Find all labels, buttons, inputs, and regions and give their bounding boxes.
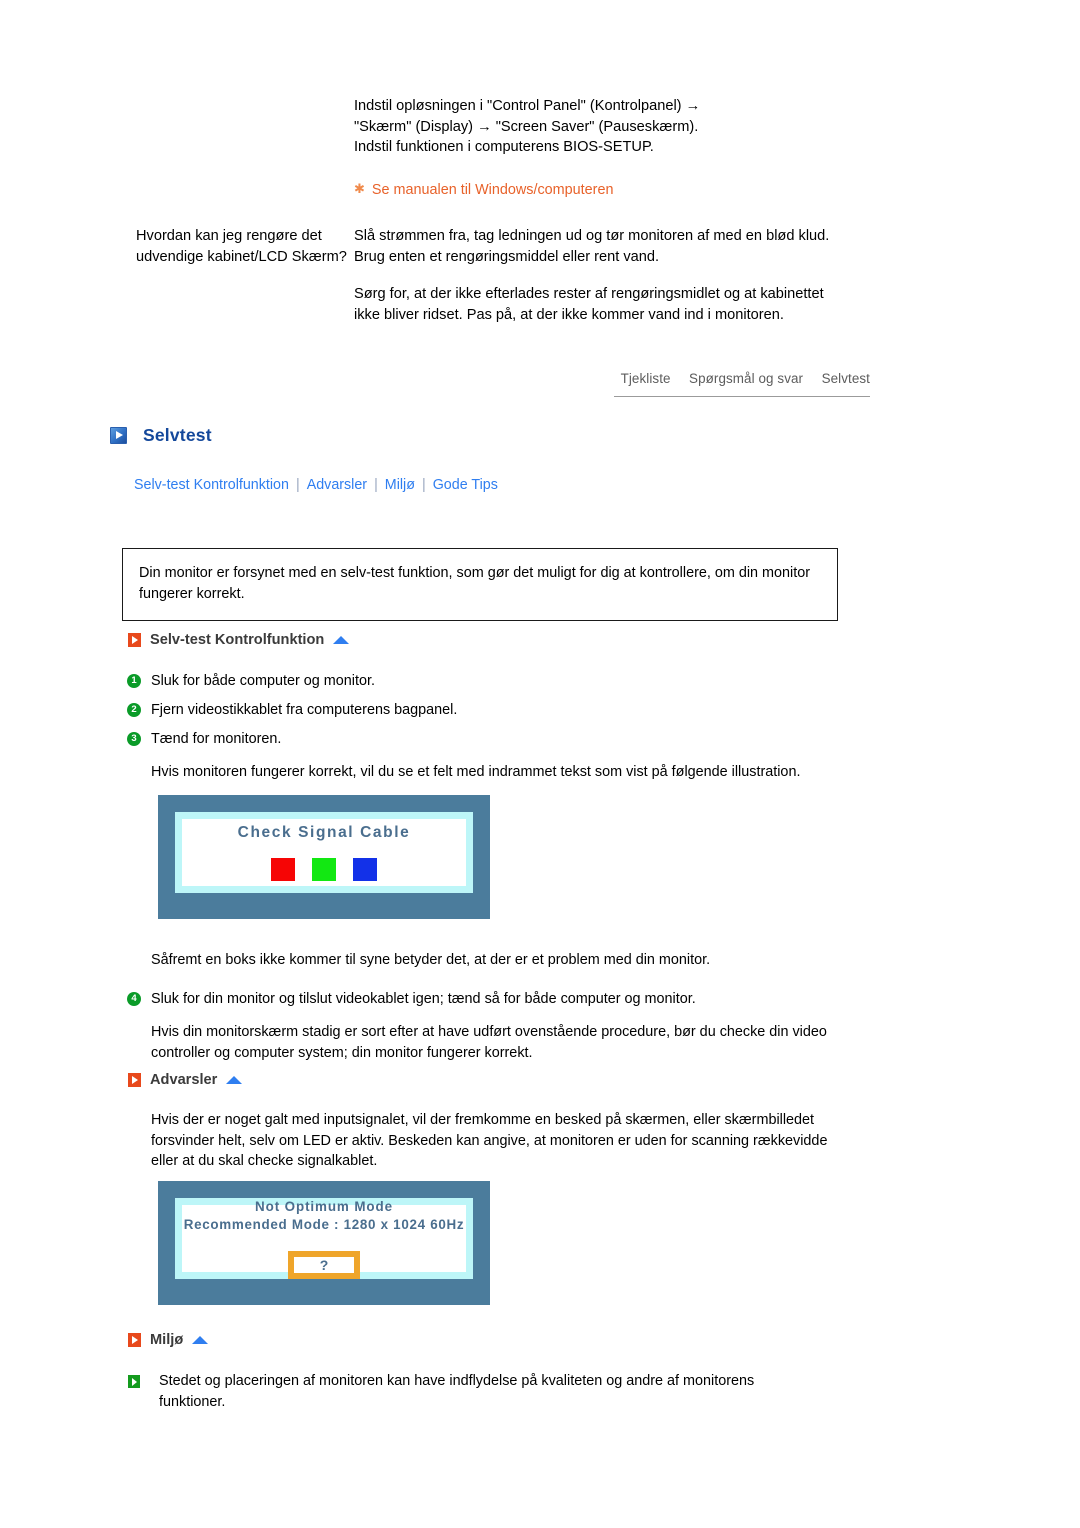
section-header-miljo: Miljø [128, 1332, 209, 1348]
monitor-message-text: Check Signal Cable [237, 824, 411, 841]
faq-row-intro: Indstil opløsningen i "Control Panel" (K… [0, 96, 1080, 200]
faq-continuation-block: Indstil opløsningen i "Control Panel" (K… [0, 96, 1080, 325]
tab-tjekliste[interactable]: Tjekliste [621, 371, 671, 386]
green-play-square-icon [128, 1375, 140, 1388]
subnav-link-gode-tips[interactable]: Gode Tips [433, 477, 498, 493]
subnav-link-miljo[interactable]: Miljø [385, 477, 415, 493]
document-page: Indstil opløsningen i "Control Panel" (K… [0, 0, 1080, 1528]
list-item: 1 Sluk for både computer og monitor. [127, 671, 871, 691]
manual-note-text: Se manualen til Windows/computeren [371, 181, 614, 198]
orange-play-square-icon [128, 633, 141, 647]
question-mark-box: ? [288, 1250, 360, 1279]
sub-navigation: Selv-test Kontrolfunktion | Advarsler | Milj… [134, 477, 498, 493]
selftest-after-step4-text: Hvis din monitorskærm stadig er sort eft… [151, 1024, 827, 1061]
monitor-illustration-not-optimum-mode: Not Optimum Mode Recommended Mode : 1280… [158, 1181, 490, 1305]
section-title-selvtest-kontrolfunktion: Selv-test Kontrolfunktion [150, 632, 325, 648]
section-header-selvtest-kontrolfunktion: Selv-test Kontrolfunktion [128, 632, 350, 648]
miljo-bullet-text: Stedet og placeringen af monitoren kan h… [159, 1373, 755, 1410]
section-title-miljo: Miljø [150, 1332, 184, 1348]
blue-play-square-icon [110, 427, 127, 444]
selftest-after-steps-text: Hvis monitoren fungerer korrekt, vil du … [151, 764, 801, 780]
step-number-4: 4 [127, 992, 141, 1006]
step-text-3: Tænd for monitoren. [151, 731, 282, 747]
selftest-step-list: 1 Sluk for både computer og monitor. 2 F… [127, 671, 871, 783]
page-title-row: Selvtest [110, 425, 212, 446]
tab-selvtest[interactable]: Selvtest [822, 371, 870, 386]
list-item: 2 Fjern videostikkablet fra computerens … [127, 700, 871, 720]
faq-row-cleaning: Hvordan kan jeg rengøre det udvendige ka… [0, 226, 1080, 325]
faq-answer-cleaning: Slå strømmen fra, tag ledningen ud og tø… [354, 226, 834, 325]
scroll-to-top-triangle-icon[interactable] [333, 636, 350, 644]
page-title: Selvtest [143, 425, 212, 445]
miljo-bullet-item: Stedet og placeringen af monitoren kan h… [128, 1371, 799, 1412]
subnav-link-selvtest-kontrolfunktion[interactable]: Selv-test Kontrolfunktion [134, 477, 289, 493]
step-number-2: 2 [127, 703, 141, 717]
subnav-separator-1: | [295, 477, 300, 493]
section-title-advarsler: Advarsler [150, 1072, 218, 1088]
orange-play-square-icon [128, 1073, 141, 1087]
step-text-1: Sluk for både computer og monitor. [151, 673, 375, 689]
answer-line-1: Indstil opløsningen i "Control Panel" (K… [354, 98, 701, 114]
monitor-message-line-2: Recommended Mode : 1280 x 1024 60Hz [183, 1216, 465, 1232]
green-swatch [312, 858, 336, 881]
blue-swatch [353, 858, 377, 881]
subnav-link-advarsler[interactable]: Advarsler [307, 477, 367, 493]
list-item: 3 Tænd for monitoren. [127, 729, 871, 749]
monitor-screen-area: Not Optimum Mode Recommended Mode : 1280… [175, 1198, 473, 1279]
step-number-3: 3 [127, 732, 141, 746]
asterisk-icon: ✱ [354, 180, 365, 196]
subnav-separator-2: | [374, 477, 378, 493]
selftest-description-box: Din monitor er forsynet med en selv-test… [122, 548, 838, 621]
selftest-step-4-list: 4 Sluk for din monitor og tilslut videok… [127, 989, 851, 1063]
manual-note: ✱ Se manualen til Windows/computeren [354, 180, 834, 201]
scroll-to-top-triangle-icon[interactable] [192, 1336, 209, 1344]
monitor-screen-area: Check Signal Cable [175, 812, 473, 893]
monitor-illustration-check-signal-cable: Check Signal Cable [158, 795, 490, 919]
selftest-after-graphic-text: Såfremt en boks ikke kommer til syne bet… [151, 952, 711, 968]
orange-play-square-icon [128, 1333, 141, 1347]
red-swatch [271, 858, 295, 881]
step-text-4: Sluk for din monitor og tilslut videokab… [151, 991, 696, 1007]
answer-line-3: Indstil funktionen i computerens BIOS-SE… [354, 139, 654, 155]
monitor-message-line-1: Not Optimum Mode [255, 1198, 393, 1214]
answer-line-2: "Skærm" (Display) → "Screen Saver" (Paus… [354, 118, 699, 135]
tab-sporgsmal-og-svar[interactable]: Spørgsmål og svar [689, 371, 803, 386]
faq-question-cleaning: Hvordan kan jeg rengøre det udvendige ka… [136, 228, 347, 265]
section-tabs: Tjekliste Spørgsmål og svar Selvtest [614, 370, 870, 397]
list-item: 4 Sluk for din monitor og tilslut videok… [127, 989, 851, 1009]
step-number-1: 1 [127, 674, 141, 688]
section-header-advarsler: Advarsler [128, 1072, 243, 1088]
answer-paragraph-1: Slå strømmen fra, tag ledningen ud og tø… [354, 228, 830, 265]
step-text-2: Fjern videostikkablet fra computerens ba… [151, 702, 458, 718]
answer-paragraph-2: Sørg for, at der ikke efterlades rester … [354, 286, 824, 323]
advarsler-body-text: Hvis der er noget galt med inputsignalet… [151, 1112, 828, 1169]
faq-answer-continued: Indstil opløsningen i "Control Panel" (K… [354, 96, 834, 200]
subnav-separator-3: | [421, 477, 426, 493]
scroll-to-top-triangle-icon[interactable] [226, 1076, 243, 1084]
rgb-swatch-row [271, 858, 377, 881]
